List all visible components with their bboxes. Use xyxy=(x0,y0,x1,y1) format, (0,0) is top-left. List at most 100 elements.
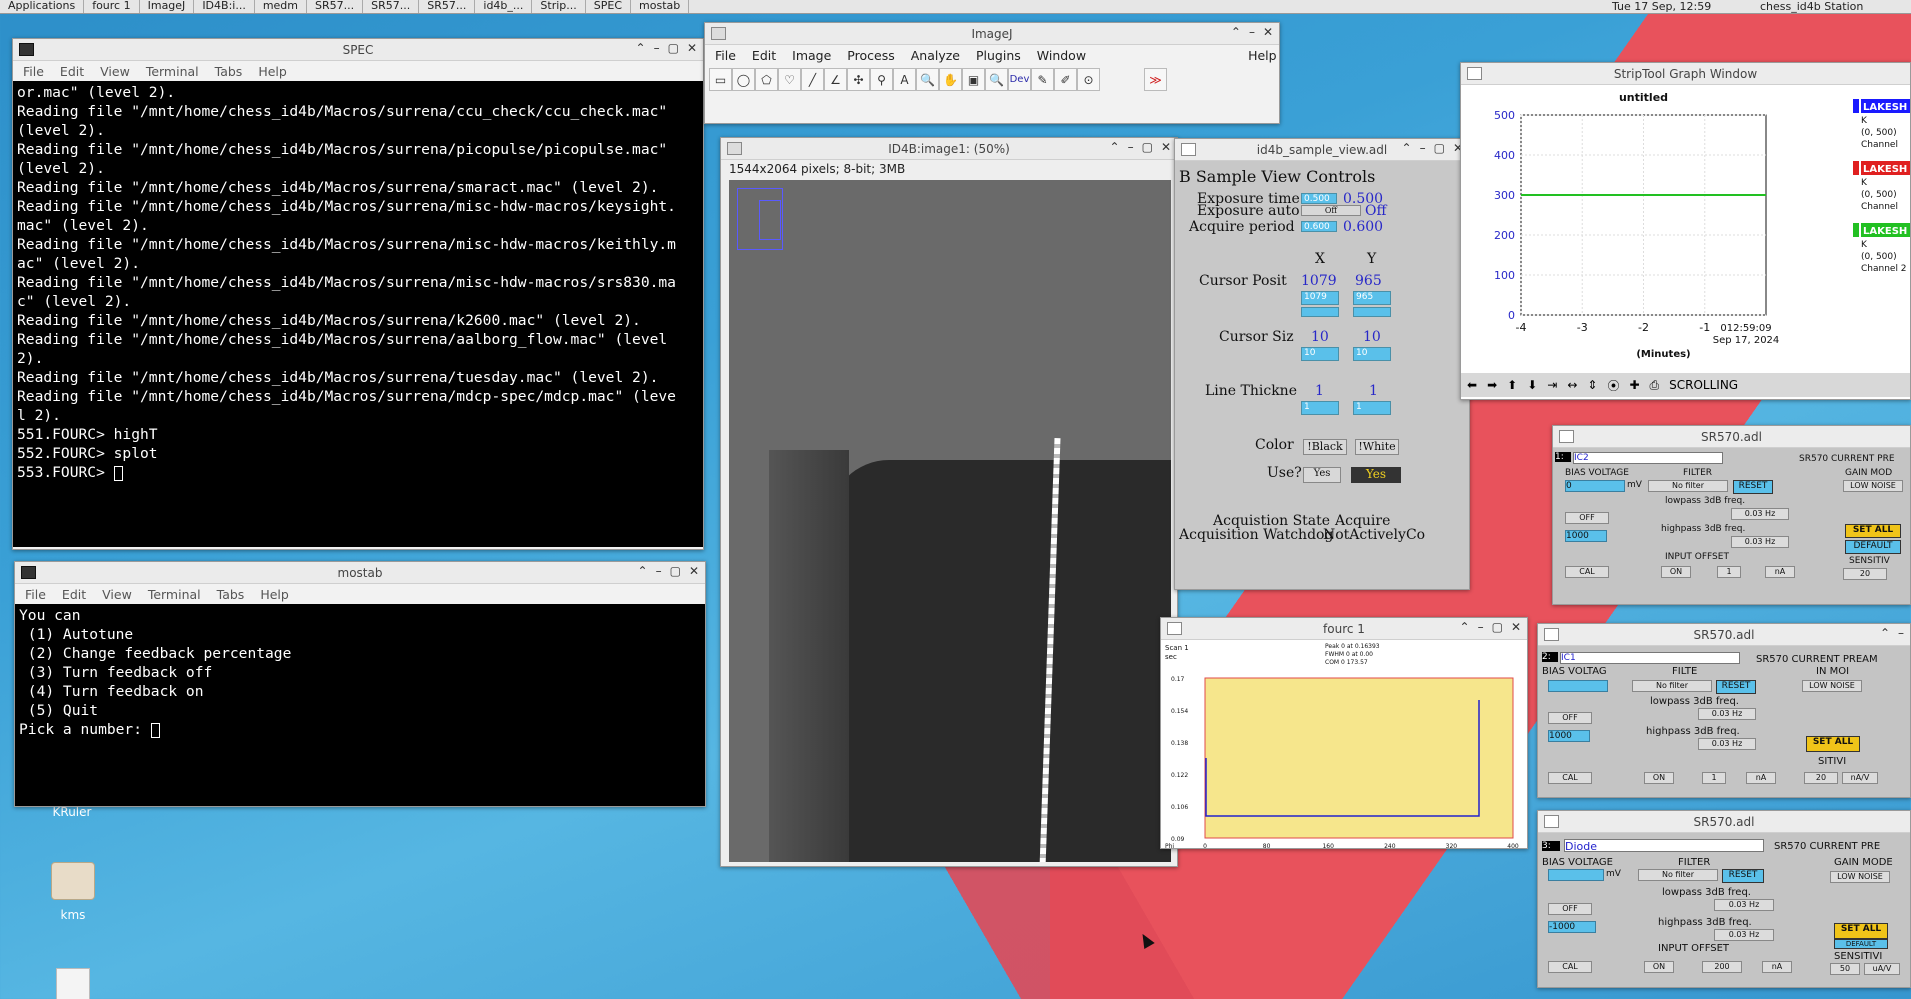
offset-unit-menu[interactable]: nA xyxy=(1762,961,1792,973)
collapse-icon[interactable]: ⌃ xyxy=(1460,620,1470,634)
filter-menu[interactable]: No filter xyxy=(1648,480,1728,492)
desktop-icon-kms[interactable]: kms xyxy=(33,862,113,922)
minimize-icon[interactable]: – xyxy=(1478,620,1484,634)
fourc-titlebar[interactable]: fourc 1 ⌃ – ▢ ✕ xyxy=(1161,618,1527,640)
menu-edit[interactable]: Edit xyxy=(752,48,776,63)
line-icon[interactable]: ╱ xyxy=(801,68,824,91)
menu-file[interactable]: File xyxy=(23,64,44,79)
polygon-icon[interactable]: ⬠ xyxy=(755,68,778,91)
reset-icon[interactable]: ⦿ xyxy=(1607,377,1619,394)
menu-help[interactable]: Help xyxy=(258,64,287,79)
reset-button[interactable]: RESET xyxy=(1722,869,1764,883)
close-icon[interactable]: ✕ xyxy=(1263,25,1273,39)
device-name[interactable]: Diode xyxy=(1564,839,1764,853)
brush-icon[interactable]: ✐ xyxy=(1054,68,1077,91)
hand-icon[interactable]: ✋ xyxy=(939,68,962,91)
minimize-icon[interactable]: – xyxy=(1898,626,1904,640)
menu-help[interactable]: Help xyxy=(260,587,289,602)
magnifier-icon[interactable]: 🔍 xyxy=(916,68,939,91)
menu-view[interactable]: View xyxy=(102,587,132,602)
taskbar-item[interactable]: mostab xyxy=(631,0,690,13)
close-icon[interactable]: ✕ xyxy=(1161,140,1171,154)
collapse-icon[interactable]: ⌃ xyxy=(1880,626,1890,640)
filter-menu[interactable]: No filter xyxy=(1638,869,1718,881)
menu-edit[interactable]: Edit xyxy=(60,64,84,79)
acquire-period-input[interactable]: 0.600 xyxy=(1301,221,1337,232)
exposure-auto-menu[interactable]: Off xyxy=(1301,205,1361,216)
minimize-icon[interactable]: – xyxy=(1128,140,1134,154)
spec-titlebar[interactable]: SPEC ⌃ – ▢ ✕ xyxy=(13,39,703,61)
cal-menu[interactable]: CAL xyxy=(1548,961,1592,973)
menu-tabs[interactable]: Tabs xyxy=(217,587,245,602)
taskbar-item[interactable]: Strip... xyxy=(532,0,586,13)
menu-image[interactable]: Image xyxy=(792,48,831,63)
device-name[interactable]: IC2 xyxy=(1573,452,1723,464)
cursor-position-x-input[interactable]: 1079 xyxy=(1301,291,1339,305)
gain-mode-menu[interactable]: LOW NOISE xyxy=(1830,871,1890,883)
default-button[interactable]: DEFAULT xyxy=(1834,939,1888,949)
applications-menu[interactable]: Applications xyxy=(0,0,85,13)
color-black-button[interactable]: !Black xyxy=(1303,439,1347,455)
cursor-position-y-slider[interactable] xyxy=(1353,307,1391,317)
print-icon[interactable]: ⎙ xyxy=(1650,378,1660,393)
bias-input[interactable] xyxy=(1548,869,1604,881)
color-white-button[interactable]: !White xyxy=(1355,439,1399,455)
cursor-size-y-input[interactable]: 10 xyxy=(1353,347,1391,361)
striptool-graph[interactable]: untitled 500 400 300 200 100 0-4 -3 -2 -1 012:59:0… xyxy=(1461,85,1911,377)
offset-onoff-menu[interactable]: ON xyxy=(1661,566,1691,578)
set-all-button[interactable]: SET ALL xyxy=(1834,923,1888,939)
minimize-icon[interactable]: – xyxy=(654,41,660,55)
menu-analyze[interactable]: Analyze xyxy=(911,48,960,63)
station-label[interactable]: chess_id4b Station xyxy=(1760,0,1863,13)
use-menu[interactable]: Yes xyxy=(1303,467,1341,483)
taskbar-item[interactable]: SPEC xyxy=(586,0,632,13)
lowpass-menu[interactable]: 0.03 Hz xyxy=(1731,508,1789,520)
sr570-titlebar[interactable]: SR570.adl ⌃ – xyxy=(1538,624,1910,646)
close-icon[interactable]: ✕ xyxy=(1511,620,1521,634)
line-thickness-y-input[interactable]: 1 xyxy=(1353,401,1391,415)
menu-help[interactable]: Help xyxy=(1248,48,1277,63)
sensitivity-menu[interactable]: 20 xyxy=(1804,772,1838,784)
minimize-icon[interactable]: – xyxy=(1249,25,1255,39)
cal-menu[interactable]: CAL xyxy=(1548,772,1592,784)
maximize-icon[interactable]: ▢ xyxy=(1142,140,1153,154)
minimize-icon[interactable]: – xyxy=(1420,141,1426,155)
maximize-icon[interactable]: ▢ xyxy=(1434,141,1445,155)
sensitivity-menu[interactable]: 50 xyxy=(1830,963,1860,975)
auto-scale-icon[interactable]: ⇕ xyxy=(1587,378,1597,392)
dev-icon[interactable]: Dev xyxy=(1008,68,1031,91)
reset-button[interactable]: RESET xyxy=(1716,680,1756,694)
taskbar-item[interactable]: SR57... xyxy=(307,0,364,13)
menu-tabs[interactable]: Tabs xyxy=(215,64,243,79)
sr570-titlebar[interactable]: SR570.adl xyxy=(1538,811,1910,833)
offset-onoff-menu[interactable]: ON xyxy=(1644,772,1674,784)
color-picker-icon[interactable]: ▣ xyxy=(962,68,985,91)
offset-input[interactable]: 1000 xyxy=(1548,730,1590,742)
cursor-position-y-input[interactable]: 965 xyxy=(1353,291,1391,305)
mostab-titlebar[interactable]: mostab ⌃ – ▢ ✕ xyxy=(15,562,705,584)
maximize-icon[interactable]: ▢ xyxy=(670,564,681,578)
collapse-icon[interactable]: ⌃ xyxy=(638,564,648,578)
taskbar-item[interactable]: ImageJ xyxy=(140,0,195,13)
taskbar-item[interactable]: ID4B:i... xyxy=(194,0,255,13)
collapse-icon[interactable]: ⌃ xyxy=(1110,140,1120,154)
cursor-size-x-input[interactable]: 10 xyxy=(1301,347,1339,361)
pencil-icon[interactable]: ✎ xyxy=(1031,68,1054,91)
minimize-icon[interactable]: – xyxy=(656,564,662,578)
oval-icon[interactable]: ◯ xyxy=(732,68,755,91)
maximize-icon[interactable]: ▢ xyxy=(668,41,679,55)
taskbar-item[interactable]: SR57... xyxy=(419,0,476,13)
line-thickness-x-input[interactable]: 1 xyxy=(1301,401,1339,415)
sensitivity-menu[interactable]: 20 xyxy=(1843,568,1887,580)
text-icon[interactable]: A xyxy=(893,68,916,91)
mostab-terminal-output[interactable]: You can (1) Autotune (2) Change feedback… xyxy=(15,604,705,806)
offset-value-menu[interactable]: 200 xyxy=(1702,961,1742,973)
striptool-titlebar[interactable]: StripTool Graph Window xyxy=(1461,63,1910,85)
taskbar-item[interactable]: fourc 1 xyxy=(84,0,140,13)
default-button[interactable]: DEFAULT xyxy=(1845,540,1901,554)
menu-plugins[interactable]: Plugins xyxy=(976,48,1021,63)
point-icon[interactable]: ✣ xyxy=(847,68,870,91)
maximize-icon[interactable]: ▢ xyxy=(1492,620,1503,634)
lowpass-menu[interactable]: 0.03 Hz xyxy=(1714,899,1774,911)
gain-mode-menu[interactable]: LOW NOISE xyxy=(1843,480,1903,492)
